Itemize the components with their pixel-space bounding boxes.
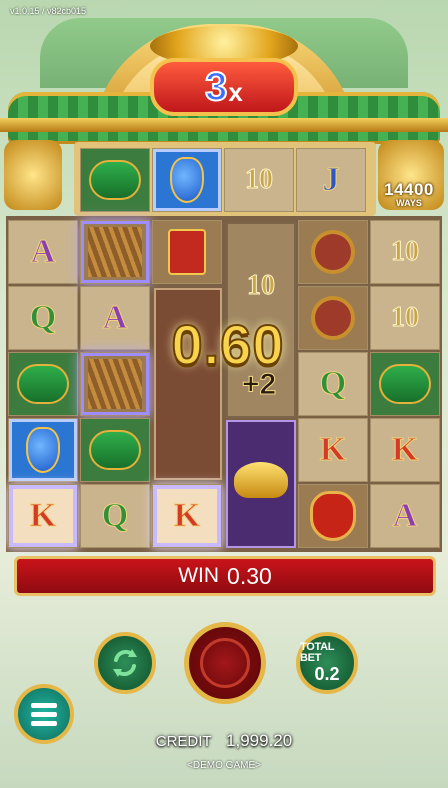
symbol-k: K [391,431,419,469]
red-envelope-icon [168,229,206,275]
symbol-10: 10 [391,302,420,334]
frog-icon [89,430,141,470]
symbol-10: 10 [245,164,274,196]
frog-icon [379,364,431,404]
win-bar: WIN 0.30 [14,556,436,596]
symbol-a: A [102,299,128,337]
total-bet-label: TOTAL BET [300,641,334,664]
win-label: WIN [178,564,220,587]
gourd-icon [26,427,60,473]
coin-knot-icon [311,230,355,274]
grid-cell: K [152,484,222,548]
grid-cell: 10 [370,220,440,284]
grid-cell [298,484,368,548]
symbol-q: Q [29,299,57,337]
top-symbol-gourd [152,148,222,212]
lucky-bag-icon [310,491,356,541]
symbol-k: K [319,431,347,469]
grid-cell: Q [298,352,368,416]
coin-knot-icon [311,296,355,340]
roof-trim [0,118,448,132]
big-win-amount: 0.60 [171,312,285,377]
credit-display: CREDIT 1,999.20 [0,731,448,751]
blurred-symbol-icon [88,227,142,277]
top-symbol-j: J [296,148,366,212]
grid-cell: Q [8,286,78,350]
spin-button[interactable] [184,622,266,704]
ways-number: 14400 [384,180,434,199]
multiplier-value: 3 [204,64,228,110]
win-value: 0.30 [227,562,272,589]
credit-label: CREDIT [155,733,212,750]
symbol-k: K [29,497,57,535]
symbol-a: A [392,497,418,535]
demo-game-label: <DEMO GAME> [187,760,261,771]
grid-cell [8,418,78,482]
grid-cell: K [370,418,440,482]
ways-indicator: 14400 WAYS [374,180,444,208]
grid-cell: K [8,484,78,548]
multiplier-plaque: 3 x [150,58,298,116]
grid-cell: A [370,484,440,548]
autoplay-button[interactable] [94,632,156,694]
gourd-icon [170,157,204,203]
frog-icon [17,364,69,404]
top-symbol-frog [80,148,150,212]
frog-icon [89,160,141,200]
grid-cell [298,286,368,350]
grid-cell [80,352,150,416]
grid-cell: Q [80,484,150,548]
grid-cell: 10 [226,254,296,318]
grid-cell [80,418,150,482]
spin-icon [200,638,250,688]
symbol-q: Q [101,497,129,535]
symbol-q: Q [319,365,347,403]
symbol-10: 10 [247,270,276,302]
symbol-a: A [30,233,56,271]
grid-cell [8,352,78,416]
hamburger-icon [31,699,57,730]
game-stage: v1.0.15 / v82cb015 3 x 14400 WAYS 10 J A… [0,0,448,788]
top-symbol-10: 10 [224,148,294,212]
refresh-icon [113,649,137,677]
symbol-10: 10 [391,236,420,268]
total-bet-button[interactable]: TOTAL BET 0.2 [296,632,358,694]
grid-cell [226,448,296,512]
symbol-k: K [173,497,201,535]
multiplier-suffix: x [228,76,243,107]
total-bet-value: 0.2 [314,664,340,684]
gold-ornament-left-icon [4,140,62,210]
version-label: v1.0.15 / v82cb015 [10,6,87,16]
credit-value: 1,999.20 [226,731,293,750]
grid-cell [298,220,368,284]
grid-cell: A [80,286,150,350]
grid-cell: 10 [370,286,440,350]
blurred-symbol-icon [88,359,142,409]
grid-cell [152,220,222,284]
grid-cell [370,352,440,416]
grid-cell: A [8,220,78,284]
grid-cell [80,220,150,284]
grid-cell: K [298,418,368,482]
symbol-j: J [322,161,340,199]
gold-ingot-icon [234,462,288,498]
